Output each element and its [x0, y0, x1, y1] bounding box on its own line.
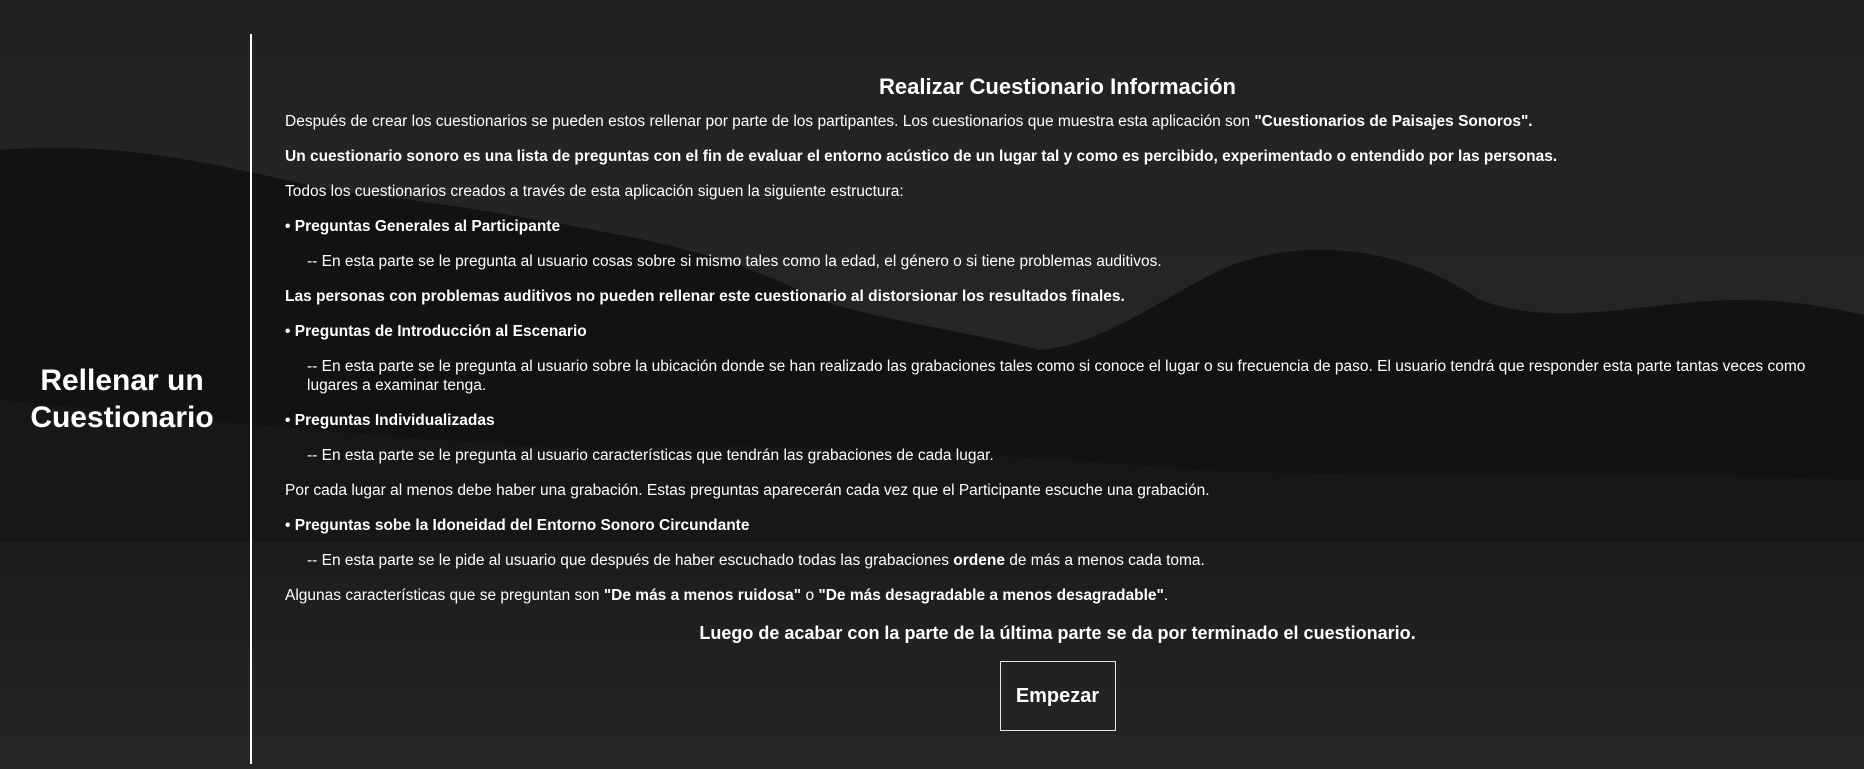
start-button-wrap: Empezar [285, 661, 1830, 731]
suitability-desc-post: de más a menos cada toma. [1004, 552, 1205, 569]
hearing-warning: Las personas con problemas auditivos no … [285, 288, 1125, 305]
section-suitability-desc: -- En esta parte se le pide al usuario q… [285, 551, 1830, 570]
suitability-desc-pre: -- En esta parte se le pide al usuario q… [307, 552, 954, 569]
section-intro-title: • Preguntas de Introducción al Escenario [285, 323, 587, 340]
section-general-title: • Preguntas Generales al Participante [285, 218, 561, 235]
main-content: Realizar Cuestionario Información Despué… [285, 70, 1830, 731]
section-individual-title: • Preguntas Individualizadas [285, 412, 495, 429]
examples-mid: o [801, 587, 819, 604]
section-individual-note: Por cada lugar al menos debe haber una g… [285, 482, 1210, 499]
section-individual-desc: -- En esta parte se le pregunta al usuar… [307, 447, 994, 464]
section-general-desc: -- En esta parte se le pregunta al usuar… [307, 253, 1162, 270]
examples-bold2: "De más desagradable a menos desagradabl… [818, 587, 1164, 604]
vertical-divider [250, 34, 252, 764]
intro-bold: "Cuestionarios de Paisajes Sonoros". [1254, 113, 1533, 130]
start-button[interactable]: Empezar [999, 661, 1116, 731]
side-title-line2: Cuestionario [30, 401, 214, 434]
examples-post: . [1163, 587, 1169, 604]
examples-paragraph: Algunas características que se preguntan… [285, 586, 1830, 605]
page-title: Realizar Cuestionario Información [879, 74, 1236, 99]
section-suitability-title: • Preguntas sobe la Idoneidad del Entorn… [285, 517, 750, 534]
intro-text: Después de crear los cuestionarios se pu… [285, 113, 1255, 130]
structure-intro: Todos los cuestionarios creados a través… [285, 183, 904, 200]
definition-paragraph: Un cuestionario sonoro es una lista de p… [285, 148, 1558, 165]
section-intro-desc: -- En esta parte se le pregunta al usuar… [307, 358, 1806, 394]
suitability-desc-bold: ordene [953, 552, 1005, 569]
examples-bold1: "De más a menos ruidosa" [603, 587, 802, 604]
page-side-title: Rellenar un Cuestionario [0, 362, 244, 436]
examples-pre: Algunas características que se preguntan… [285, 587, 604, 604]
closing-text: Luego de acabar con la parte de la últim… [699, 623, 1416, 643]
side-title-line1: Rellenar un [40, 364, 204, 397]
intro-paragraph: Después de crear los cuestionarios se pu… [285, 112, 1830, 131]
